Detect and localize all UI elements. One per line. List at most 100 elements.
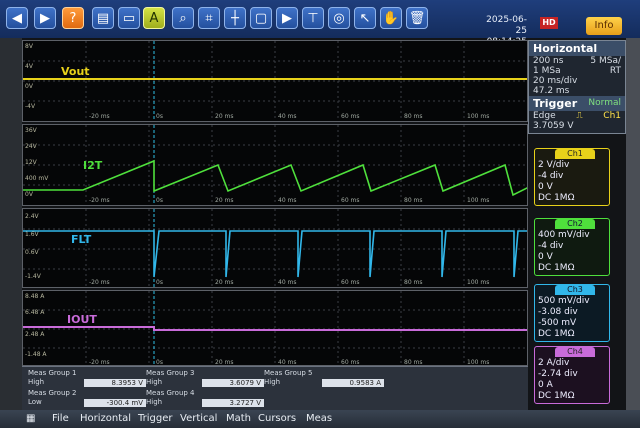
menu-math[interactable]: Math [226, 413, 251, 424]
time-tick: 40 ms [278, 197, 297, 204]
folder-icon[interactable]: ▭ [118, 7, 140, 29]
horizontal-trigger-panel[interactable]: Horizontal 200 ns 5 MSa/ 1 MSa RT 20 ms/di… [528, 40, 626, 134]
menu-apps-icon[interactable]: ▦ [26, 413, 35, 424]
marker-icon[interactable]: ▶ [276, 7, 298, 29]
trigger-type: Edge [533, 111, 556, 121]
channel-box-ch4[interactable]: Ch4 2 A/div -2.74 div 0 A DC 1MΩ [534, 346, 610, 404]
display-icon[interactable]: ▤ [92, 7, 114, 29]
scale-label: 400 mV [25, 175, 49, 182]
meas-value: 8.3953 V [84, 379, 146, 387]
menu-horizontal[interactable]: Horizontal [80, 413, 131, 424]
waveform-panel-ch4[interactable]: IOUT 8.48 A 6.48 A 2.48 A -1.48 A -20 ms… [22, 290, 528, 366]
channel-coupling: DC 1MΩ [538, 193, 575, 203]
trigger-source: Ch1 [603, 111, 621, 121]
rising-edge-icon: ⎍ [576, 111, 583, 121]
time-tick: 40 ms [278, 113, 297, 120]
menu-trigger[interactable]: Trigger [138, 413, 173, 424]
channel-offset: -2.74 div [538, 369, 578, 379]
trace-label-vout: Vout [61, 65, 90, 78]
channel-scale: 400 mV/div [538, 230, 590, 240]
menu-cursors[interactable]: Cursors [258, 413, 296, 424]
cursor-icon[interactable]: ┼ [224, 7, 246, 29]
channel-scale: 2 A/div [538, 358, 570, 368]
trigger-icon[interactable]: ⊤ [302, 7, 324, 29]
search-icon[interactable]: ◎ [328, 7, 350, 29]
horizontal-row: 20 ms/div [529, 76, 625, 86]
autoset-icon[interactable]: A [143, 7, 165, 29]
time-tick: 80 ms [404, 197, 423, 204]
meas-group[interactable]: Meas Group 4 High [146, 389, 195, 407]
memory-depth: 1 MSa [533, 66, 561, 76]
info-button[interactable]: Info [586, 17, 622, 35]
screen-bezel-left [0, 38, 22, 410]
help-icon[interactable]: ? [62, 7, 84, 29]
horizontal-title: Horizontal [529, 41, 625, 56]
channel-tab[interactable]: Ch4 [555, 347, 595, 357]
time-tick: 20 ms [215, 359, 234, 366]
channel-tab[interactable]: Ch1 [555, 149, 595, 159]
menu-meas[interactable]: Meas [306, 413, 332, 424]
time-tick: 20 ms [215, 113, 234, 120]
time-tick: -20 ms [89, 113, 110, 120]
time-tick: 100 ms [467, 279, 490, 286]
channel-position: 0 V [538, 182, 553, 192]
hd-badge: HD [540, 17, 558, 29]
scale-label: 36V [25, 127, 37, 134]
time-tick: 20 ms [215, 197, 234, 204]
waveform-panel-ch1[interactable]: Vout 8V 4V 0V -4V -20 ms 0s 20 ms 40 ms … [22, 40, 528, 122]
time-tick: -20 ms [89, 279, 110, 286]
arrow-left-icon[interactable]: ◀ [6, 7, 28, 29]
delete-icon[interactable]: 🗑 [406, 7, 428, 29]
channel-tab[interactable]: Ch2 [555, 219, 595, 229]
channel-tab[interactable]: Ch3 [555, 285, 595, 295]
channel-coupling: DC 1MΩ [538, 329, 575, 339]
time-tick: 0s [156, 279, 163, 286]
channel-coupling: DC 1MΩ [538, 263, 575, 273]
time-tick: 0s [156, 113, 163, 120]
pointer-icon[interactable]: ↖ [354, 7, 376, 29]
channel-box-ch3[interactable]: Ch3 500 mV/div -3.08 div -500 mV DC 1MΩ [534, 284, 610, 342]
menu-vertical[interactable]: Vertical [180, 413, 217, 424]
measure-icon[interactable]: ⌗ [198, 7, 220, 29]
time-tick: -20 ms [89, 197, 110, 204]
measurement-bar[interactable]: Meas Group 1 High 8.3953 V Meas Group 2 … [22, 366, 528, 411]
time-per-div: 20 ms/div [533, 76, 578, 86]
arrow-right-icon[interactable]: ▶ [34, 7, 56, 29]
meas-group[interactable]: Meas Group 2 Low [28, 389, 77, 407]
waveform-panel-ch2[interactable]: I2T 36V 24V 12V 400 mV 0V -20 ms 0s 20 m… [22, 124, 528, 206]
trigger-level: 3.7059 V [533, 121, 574, 131]
menu-file[interactable]: File [52, 413, 69, 424]
scale-label: -4V [25, 103, 36, 110]
waveform-panel-ch3[interactable]: FLT 2.4V 1.6V 0.6V -1.4V -20 ms 0s 20 ms… [22, 208, 528, 288]
time-tick: 80 ms [404, 113, 423, 120]
time-tick: 0s [156, 197, 163, 204]
channel-box-ch1[interactable]: Ch1 2 V/div -4 div 0 V DC 1MΩ [534, 148, 610, 206]
acq-mode: RT [609, 66, 621, 76]
screen-bezel-right [626, 38, 640, 410]
scale-label: 0V [25, 191, 33, 198]
channel-offset: -4 div [538, 171, 564, 181]
time-tick: 80 ms [404, 359, 423, 366]
channel-position: 0 A [538, 380, 553, 390]
meas-group-title: Meas Group 2 [28, 389, 77, 397]
sample-rate: 5 MSa/ [590, 56, 621, 66]
meas-group[interactable]: Meas Group 1 High [28, 369, 77, 387]
time-tick: 20 ms [215, 279, 234, 286]
trace-label-flt: FLT [71, 233, 92, 246]
meas-group[interactable]: Meas Group 3 High [146, 369, 195, 387]
scale-label: -1.48 A [25, 351, 47, 358]
horizontal-row: 47.2 ms [529, 86, 625, 96]
meas-kind: Low [28, 398, 42, 406]
channel-offset: -4 div [538, 241, 564, 251]
zoom-icon[interactable]: ⌕ [172, 7, 194, 29]
trigger-header[interactable]: Trigger Normal [529, 96, 625, 111]
touch-icon[interactable]: ✋ [380, 7, 402, 29]
screen-icon[interactable]: ▢ [250, 7, 272, 29]
meas-group-title: Meas Group 1 [28, 369, 77, 377]
meas-group[interactable]: Meas Group 5 High [264, 369, 313, 387]
channel-scale: 500 mV/div [538, 296, 590, 306]
meas-kind: High [146, 398, 163, 406]
channel-box-ch2[interactable]: Ch2 400 mV/div -4 div 0 V DC 1MΩ [534, 218, 610, 276]
time-tick: 40 ms [278, 279, 297, 286]
scale-label: 24V [25, 143, 37, 150]
